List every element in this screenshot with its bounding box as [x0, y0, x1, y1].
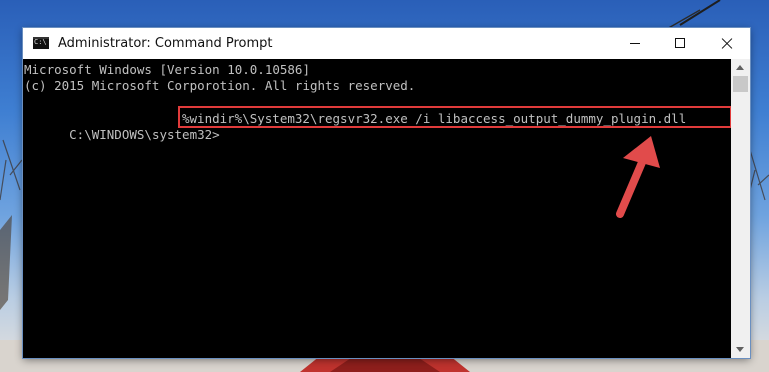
- maximize-button[interactable]: [658, 28, 704, 59]
- console-line-version: Microsoft Windows [Version 10.0.10586]: [24, 62, 310, 77]
- cmd-icon: [33, 37, 49, 49]
- scroll-up-icon[interactable]: [731, 59, 750, 76]
- scroll-thumb[interactable]: [733, 76, 748, 92]
- close-button[interactable]: [704, 28, 750, 59]
- title-bar[interactable]: Administrator: Command Prompt: [23, 28, 750, 59]
- vertical-scrollbar[interactable]: [731, 59, 750, 358]
- scroll-down-icon[interactable]: [731, 341, 750, 358]
- minimize-button[interactable]: [612, 28, 658, 59]
- console-prompt: C:\WINDOWS\system32>: [69, 127, 220, 142]
- command-highlight-box: [178, 106, 732, 128]
- window-title: Administrator: Command Prompt: [58, 36, 273, 51]
- console-output[interactable]: Microsoft Windows [Version 10.0.10586] (…: [23, 59, 732, 358]
- command-prompt-window: Administrator: Command Prompt Microsoft …: [23, 28, 750, 358]
- console-line-copyright: (c) 2015 Microsoft Corporotion. All righ…: [24, 78, 416, 93]
